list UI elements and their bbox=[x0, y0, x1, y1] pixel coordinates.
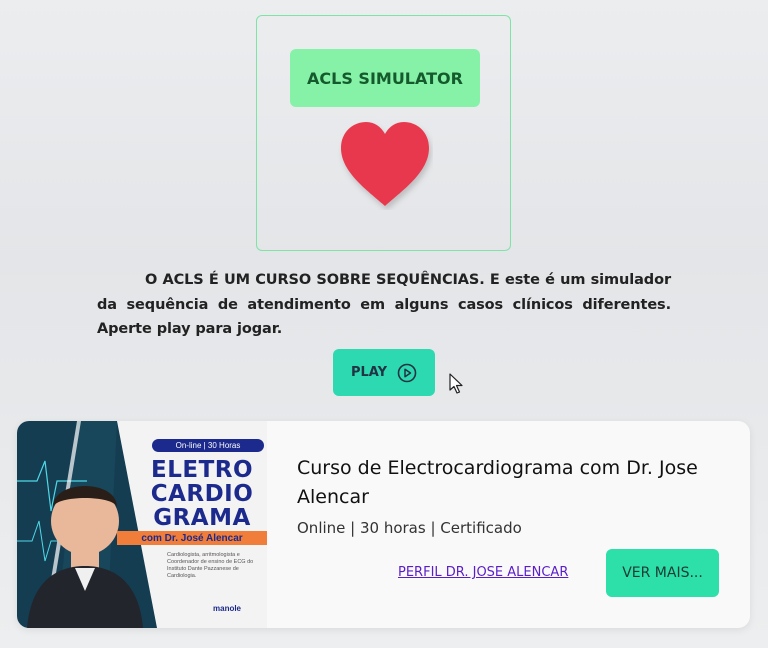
banner-description: Cardiologista, arritmologista e Coordena… bbox=[167, 552, 254, 579]
course-card: On-line | 30 Horas ELETRO CARDIO GRAMA c… bbox=[17, 421, 750, 628]
play-circle-icon bbox=[397, 363, 417, 382]
simulator-title: ACLS SIMULATOR bbox=[290, 49, 480, 107]
course-banner-image[interactable]: On-line | 30 Horas ELETRO CARDIO GRAMA c… bbox=[17, 421, 267, 628]
banner-title-line2: CARDIO bbox=[150, 481, 254, 507]
banner-title-line1: ELETRO bbox=[150, 457, 254, 483]
banner-title-line3: GRAMA bbox=[153, 505, 251, 531]
banner-subtitle: com Dr. José Alencar bbox=[117, 531, 267, 545]
simulator-description: O ACLS É UM CURSO SOBRE SEQUÊNCIAS. E es… bbox=[97, 272, 671, 337]
simulator-panel: ACLS SIMULATOR bbox=[256, 15, 511, 251]
banner-pill: On-line | 30 Horas bbox=[152, 439, 264, 452]
play-label: PLAY bbox=[350, 365, 388, 380]
course-meta: Online | 30 horas | Certificado bbox=[297, 519, 522, 537]
manole-logo: manole bbox=[213, 604, 242, 613]
play-button[interactable]: PLAY bbox=[333, 349, 435, 396]
profile-link[interactable]: PERFIL DR. JOSE ALENCAR bbox=[398, 565, 568, 580]
mouse-cursor-icon bbox=[449, 373, 463, 394]
heart-icon bbox=[341, 122, 429, 206]
course-title: Curso de Electrocardiograma com Dr. Jose… bbox=[297, 457, 698, 508]
ver-mais-button[interactable]: VER MAIS... bbox=[606, 549, 719, 597]
